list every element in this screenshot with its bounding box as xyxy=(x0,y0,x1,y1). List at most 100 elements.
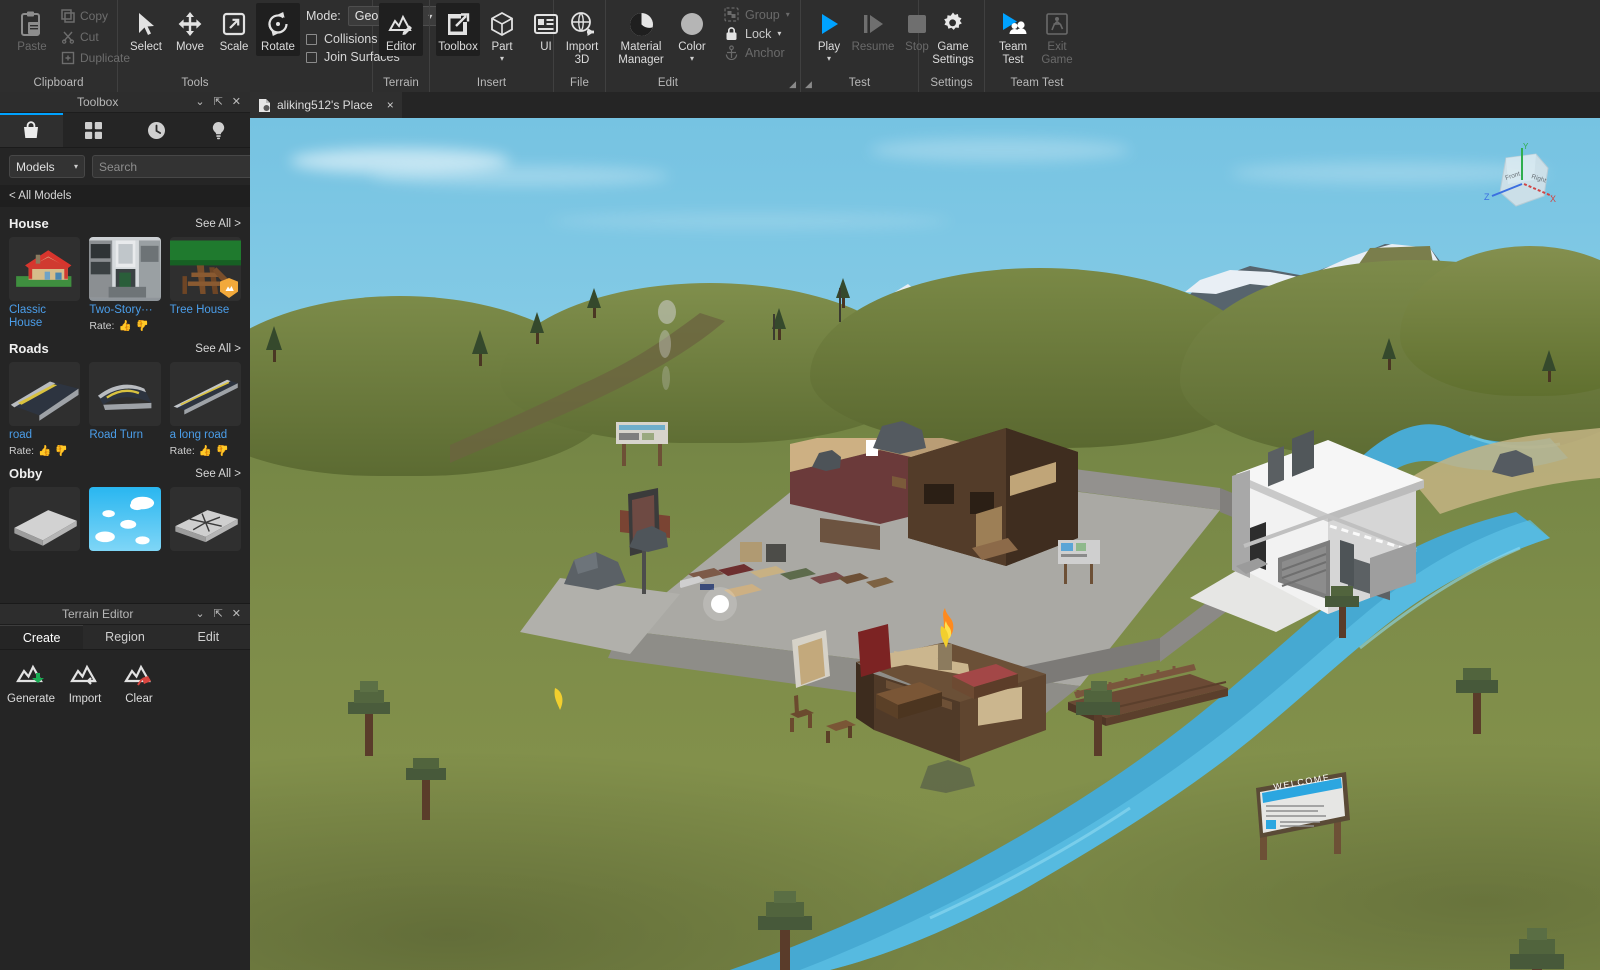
see-all-link-roads[interactable]: See All > xyxy=(195,343,241,355)
model-thumbnail xyxy=(89,237,161,301)
tree xyxy=(1325,586,1359,638)
toolbox-collapse-icon[interactable]: ⌄ xyxy=(195,96,204,108)
chevron-down-icon[interactable]: ▾ xyxy=(690,54,694,62)
close-icon[interactable]: × xyxy=(379,98,394,112)
model-card-obby-sky[interactable] xyxy=(89,487,161,554)
terrain-import-button[interactable]: Import xyxy=(58,662,112,705)
model-label: Road Turn xyxy=(89,429,144,441)
material-manager-label: Material Manager xyxy=(618,41,664,66)
model-card-two-story[interactable]: Two-Story··· Rate: 👍 👍 xyxy=(89,237,161,332)
terrain-tab-create[interactable]: Create xyxy=(0,625,84,649)
model-card-road[interactable]: road Rate: 👍 👍 xyxy=(9,362,81,457)
see-all-link-obby[interactable]: See All > xyxy=(195,468,241,480)
section-grid-roads: road Rate: 👍 👍 Road Turn a long road Rat… xyxy=(9,362,241,457)
move-tool-button[interactable]: Move xyxy=(168,3,212,56)
scale-icon xyxy=(221,7,247,41)
viewport[interactable]: aliking512's Place × WELCOME Y Z X Front… xyxy=(250,92,1600,970)
ribbon-group-terrain: Editor Terrain xyxy=(373,0,430,92)
terrain-close-icon[interactable]: ✕ xyxy=(232,608,241,620)
model-card-tree-house[interactable]: Tree House xyxy=(169,237,241,332)
terrain-clear-label: Clear xyxy=(125,693,153,705)
terrain-tab-region[interactable]: Region xyxy=(83,625,166,649)
toolbox-label: Toolbox xyxy=(438,41,478,53)
terrain-editor-icon xyxy=(388,7,414,41)
map-board xyxy=(616,422,668,466)
rotate-icon xyxy=(265,7,291,41)
thumbs-down-icon[interactable]: 👍 xyxy=(216,444,229,457)
ribbon-group-edit: Material Manager Color ▾ Group ▾ Lock ▾ … xyxy=(606,0,801,92)
terrain-generate-icon xyxy=(16,664,44,683)
part-button[interactable]: Part ▾ xyxy=(480,3,524,64)
thumbs-up-icon[interactable]: 👍 xyxy=(118,319,131,332)
edit-dialog-launcher[interactable]: ◢ xyxy=(789,79,796,90)
thumbs-up-icon[interactable]: 👍 xyxy=(199,444,212,457)
place-tab[interactable]: aliking512's Place × xyxy=(250,92,402,118)
model-thumbnail xyxy=(169,362,241,426)
model-card-obby-cracked[interactable] xyxy=(169,487,241,554)
paste-label: Paste xyxy=(17,41,47,53)
group-title-insert: Insert xyxy=(476,77,507,89)
test-dialog-launcher[interactable]: ◢ xyxy=(805,79,812,90)
scale-tool-button[interactable]: Scale xyxy=(212,3,256,56)
model-card-obby-slab[interactable] xyxy=(9,487,81,554)
thumbs-down-icon[interactable]: 👍 xyxy=(55,444,68,457)
toolbox-tab-creations[interactable] xyxy=(188,113,251,147)
model-card-long-road[interactable]: a long road Rate: 👍 👍 xyxy=(169,362,241,457)
category-select[interactable]: Models ▾ xyxy=(9,155,85,178)
terrain-clear-button[interactable]: Clear xyxy=(112,662,166,705)
team-test-button[interactable]: Team Test xyxy=(991,3,1035,68)
lock-button[interactable]: Lock ▾ xyxy=(720,24,794,43)
terrain-tab-edit[interactable]: Edit xyxy=(167,625,250,649)
play-button[interactable]: Play ▾ xyxy=(807,3,851,64)
model-thumbnail xyxy=(89,487,161,551)
breadcrumb-all-models[interactable]: < All Models xyxy=(0,185,250,207)
terrain-collapse-icon[interactable]: ⌄ xyxy=(195,608,204,620)
bulb-icon xyxy=(213,121,225,139)
info-board xyxy=(1058,540,1100,584)
rotate-tool-button[interactable]: Rotate xyxy=(256,3,300,56)
toolbox-undock-icon[interactable]: ⇱ xyxy=(214,96,223,108)
material-manager-button[interactable]: Material Manager xyxy=(612,3,670,68)
model-label: Tree House xyxy=(169,304,230,316)
team-test-label: Team Test xyxy=(998,41,1028,66)
model-thumbnail xyxy=(169,237,241,301)
terrain-editor-title: Terrain Editor xyxy=(61,607,134,621)
game-settings-button[interactable]: Game Settings xyxy=(925,3,981,68)
rate-label: Rate: xyxy=(89,319,115,332)
scene-3d[interactable]: WELCOME Y Z X Front Right xyxy=(250,118,1600,970)
search-input[interactable] xyxy=(99,159,254,174)
terrain-generate-button[interactable]: Generate xyxy=(4,662,58,705)
ribbon-group-insert: Toolbox Part ▾ UI Insert xyxy=(430,0,558,92)
terrain-undock-icon[interactable]: ⇱ xyxy=(214,608,223,620)
anchor-label: Anchor xyxy=(745,45,785,60)
chevron-down-icon[interactable]: ▾ xyxy=(777,29,781,38)
import-3d-icon xyxy=(569,7,595,41)
checkbox-icon xyxy=(306,33,317,45)
thumbs-down-icon[interactable]: 👍 xyxy=(136,319,149,332)
chevron-down-icon[interactable]: ▾ xyxy=(500,54,504,62)
toolbox-tab-marketplace[interactable] xyxy=(0,113,63,147)
exit-game-label: Exit Game xyxy=(1041,41,1073,66)
color-button[interactable]: Color ▾ xyxy=(670,3,714,64)
import-3d-label: Import 3D xyxy=(565,41,599,66)
place-tabbar: aliking512's Place × xyxy=(250,92,1600,118)
left-dock: Toolbox ⌄ ⇱ ✕ Models ▾ Search < All Mode… xyxy=(0,92,279,970)
import-3d-button[interactable]: Import 3D xyxy=(560,3,604,68)
thumbs-up-icon[interactable]: 👍 xyxy=(38,444,51,457)
select-tool-button[interactable]: Select xyxy=(124,3,168,56)
toolbox-tab-recent[interactable] xyxy=(125,113,188,147)
chevron-down-icon[interactable]: ▾ xyxy=(827,54,831,62)
paste-button[interactable]: Paste xyxy=(6,3,58,56)
model-card-road-turn[interactable]: Road Turn xyxy=(89,362,161,457)
resume-icon xyxy=(860,7,886,41)
toolbox-button[interactable]: Toolbox xyxy=(436,3,480,56)
section-header-house: House See All > xyxy=(9,207,241,237)
view-cube[interactable]: Y Z X Front Right xyxy=(1478,140,1558,220)
section-grid-house: Classic House Two-Story··· Rate: 👍 👍 Tre… xyxy=(9,237,241,332)
pine-tree xyxy=(472,330,488,366)
see-all-link-house[interactable]: See All > xyxy=(195,218,241,230)
terrain-editor-button[interactable]: Editor xyxy=(379,3,423,56)
model-card-classic-house[interactable]: Classic House xyxy=(9,237,81,332)
toolbox-close-icon[interactable]: ✕ xyxy=(232,96,241,108)
toolbox-tab-inventory[interactable] xyxy=(63,113,126,147)
